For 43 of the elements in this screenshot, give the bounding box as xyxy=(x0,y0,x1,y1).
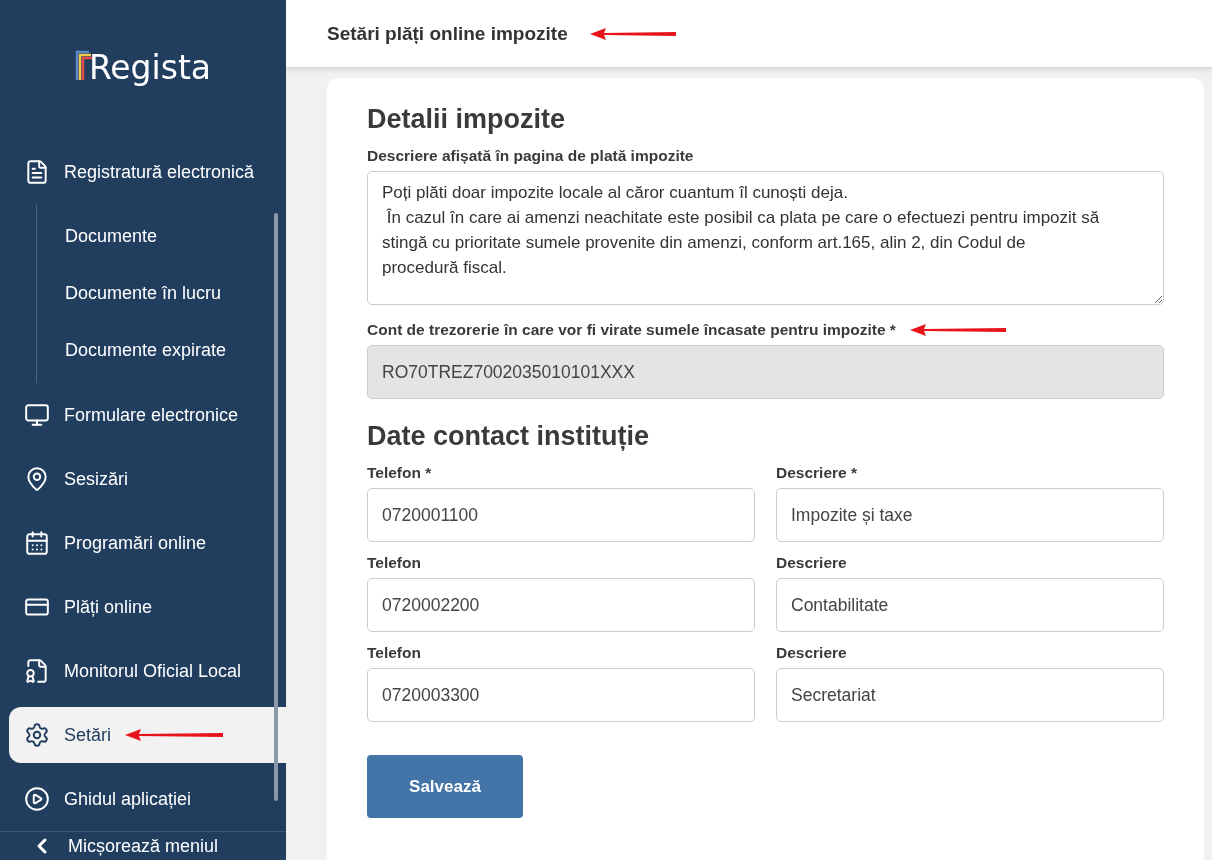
phone-input[interactable]: 0720001100 xyxy=(367,488,755,542)
description-input[interactable]: Contabilitate xyxy=(776,578,1164,632)
section-heading: Detalii impozite xyxy=(367,104,567,135)
description-textarea[interactable]: Poți plăti doar impozite locale al căror cuantum îl cunoști deja. În cazul în care ai amenzi neachitate este posibil ca plata pe care o efectuezi pentru impozit să stingă cu prioritate sumele provenite din amenzi, conform art.165, alin 2, din Codul de procedură fiscal. xyxy=(367,171,1164,305)
collapse-menu-button[interactable]: Micșorează meniul xyxy=(0,831,286,860)
sidebar-item[interactable]: Ghidul aplicației xyxy=(9,771,286,827)
sidebar-subitem[interactable]: Documente xyxy=(37,208,286,265)
field-label: Descriere afișată în pagina de plată impozite xyxy=(367,147,695,165)
field-label: Descriere xyxy=(776,644,848,662)
description-input[interactable]: Secretariat xyxy=(776,668,1164,722)
monitor-icon xyxy=(24,402,50,428)
sidebar-item[interactable]: Registratură electronică xyxy=(9,144,286,200)
sidebar-item[interactable]: Programări online xyxy=(9,515,286,571)
annotation-arrow-icon xyxy=(909,323,1006,337)
sidebar-item[interactable]: Setări xyxy=(9,707,286,763)
field-label: Cont de trezorerie în care vor fi virate sumele încasate pentru impozite * xyxy=(367,321,896,339)
field-label: Telefon xyxy=(367,644,422,662)
sidebar-item[interactable]: Plăți online xyxy=(9,579,286,635)
logo-text: Regista xyxy=(88,51,212,84)
sidebar-item[interactable]: Sesizări xyxy=(9,451,286,507)
annotation-arrow-icon xyxy=(589,26,676,41)
section-heading: Date contact instituție xyxy=(367,421,651,452)
page-title: Setări plăți online impozite xyxy=(327,22,568,45)
annotation-arrow-icon xyxy=(125,728,224,742)
calendar-icon xyxy=(24,530,50,556)
certificate-icon xyxy=(24,658,50,684)
settings-icon xyxy=(24,722,50,748)
play-circle-icon xyxy=(24,786,50,812)
map-pin-icon xyxy=(24,466,50,492)
sidebar-subitem[interactable]: Documente în lucru xyxy=(37,265,286,322)
save-button[interactable]: Salvează xyxy=(367,755,523,818)
phone-input[interactable]: 0720002200 xyxy=(367,578,755,632)
scrollbar[interactable] xyxy=(274,213,278,801)
field-label: Telefon * xyxy=(367,464,433,482)
document-icon xyxy=(24,159,50,185)
field-label: Descriere xyxy=(776,554,848,572)
sidebar-item[interactable]: Monitorul Oficial Local xyxy=(9,643,286,699)
field-label: Telefon xyxy=(367,554,422,572)
field-label: Descriere * xyxy=(776,464,858,482)
phone-input[interactable]: 0720003300 xyxy=(367,668,755,722)
description-input[interactable]: Impozite și taxe xyxy=(776,488,1164,542)
sidebar-item[interactable]: Formulare electronice xyxy=(9,387,286,443)
sidebar-subitem[interactable]: Documente expirate xyxy=(37,322,286,379)
